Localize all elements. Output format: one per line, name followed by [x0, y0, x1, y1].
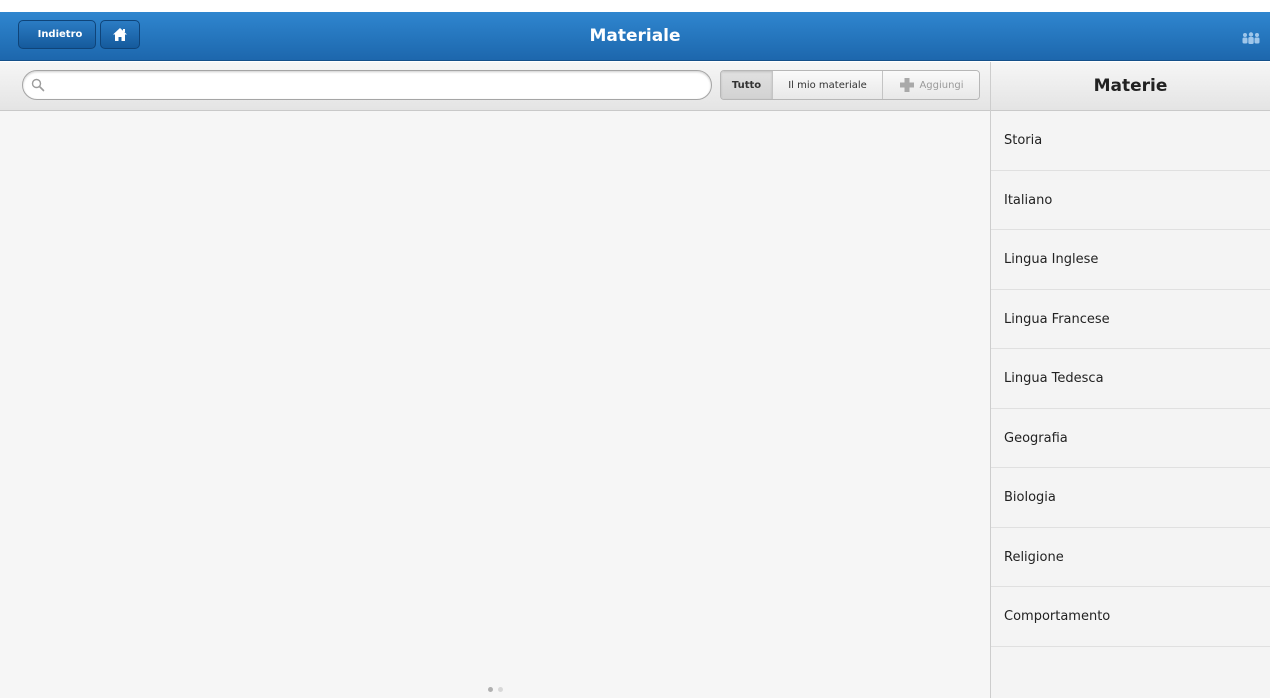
top-navigation-bar: Indietro Materiale	[0, 12, 1270, 61]
sidebar-item-lingua-tedesca[interactable]: Lingua Tedesca	[991, 349, 1270, 409]
material-content-area	[0, 111, 990, 698]
sidebar-item-biologia[interactable]: Biologia	[991, 468, 1270, 528]
sidebar-item-label: Comportamento	[1004, 609, 1111, 624]
sidebar-item-label: Storia	[1004, 133, 1043, 148]
segment-tutto[interactable]: Tutto	[721, 71, 773, 99]
segment-label: Tutto	[731, 79, 762, 91]
sidebar-item-label: Italiano	[1004, 192, 1053, 208]
sidebar-item-label: Lingua Tedesca	[1004, 371, 1104, 386]
sidebar-item-comportamento[interactable]: Comportamento	[991, 587, 1270, 647]
page-title: Materiale	[589, 26, 681, 46]
page-indicator	[488, 687, 503, 692]
back-button-label: Indietro	[37, 29, 83, 40]
search-input[interactable]	[51, 75, 701, 95]
sidebar-item-geografia[interactable]: Geografia	[991, 409, 1270, 468]
segment-il-mio-materiale[interactable]: Il mio materiale	[773, 71, 883, 99]
page-dot[interactable]	[488, 687, 493, 692]
sidebar-item-label: Lingua Francese	[1004, 311, 1110, 327]
sidebar-title: Materie	[991, 62, 1270, 111]
plus-icon	[900, 78, 915, 92]
home-button[interactable]	[100, 20, 140, 49]
sidebar-item-lingua-inglese[interactable]: Lingua Inglese	[991, 230, 1270, 290]
add-button[interactable]: Aggiungi	[883, 71, 979, 99]
page-dot[interactable]	[498, 687, 503, 692]
sidebar-item-italiano[interactable]: Italiano	[991, 171, 1270, 230]
subjects-sidebar: Materie Storia Italiano Lingua Inglese L…	[990, 62, 1270, 698]
add-button-label: Aggiungi	[919, 79, 964, 91]
search-icon	[31, 78, 45, 92]
sidebar-item-lingua-francese[interactable]: Lingua Francese	[991, 290, 1270, 349]
sidebar-item-label: Geografia	[1004, 430, 1068, 446]
users-icon[interactable]	[1240, 29, 1262, 48]
toolbar: Tutto Il mio materiale Aggiungi	[0, 62, 990, 111]
sidebar-item-label: Biologia	[1004, 490, 1056, 505]
filter-segmented-control: Tutto Il mio materiale Aggiungi	[720, 70, 980, 100]
segment-label: Il mio materiale	[788, 79, 867, 91]
sidebar-item-label: Lingua Inglese	[1004, 252, 1099, 267]
sidebar-item-religione[interactable]: Religione	[991, 528, 1270, 587]
back-button[interactable]: Indietro	[18, 20, 96, 49]
sidebar-item-label: Religione	[1004, 549, 1064, 565]
sidebar-item-storia[interactable]: Storia	[991, 111, 1270, 171]
search-box[interactable]	[22, 70, 712, 100]
home-icon	[113, 28, 127, 41]
